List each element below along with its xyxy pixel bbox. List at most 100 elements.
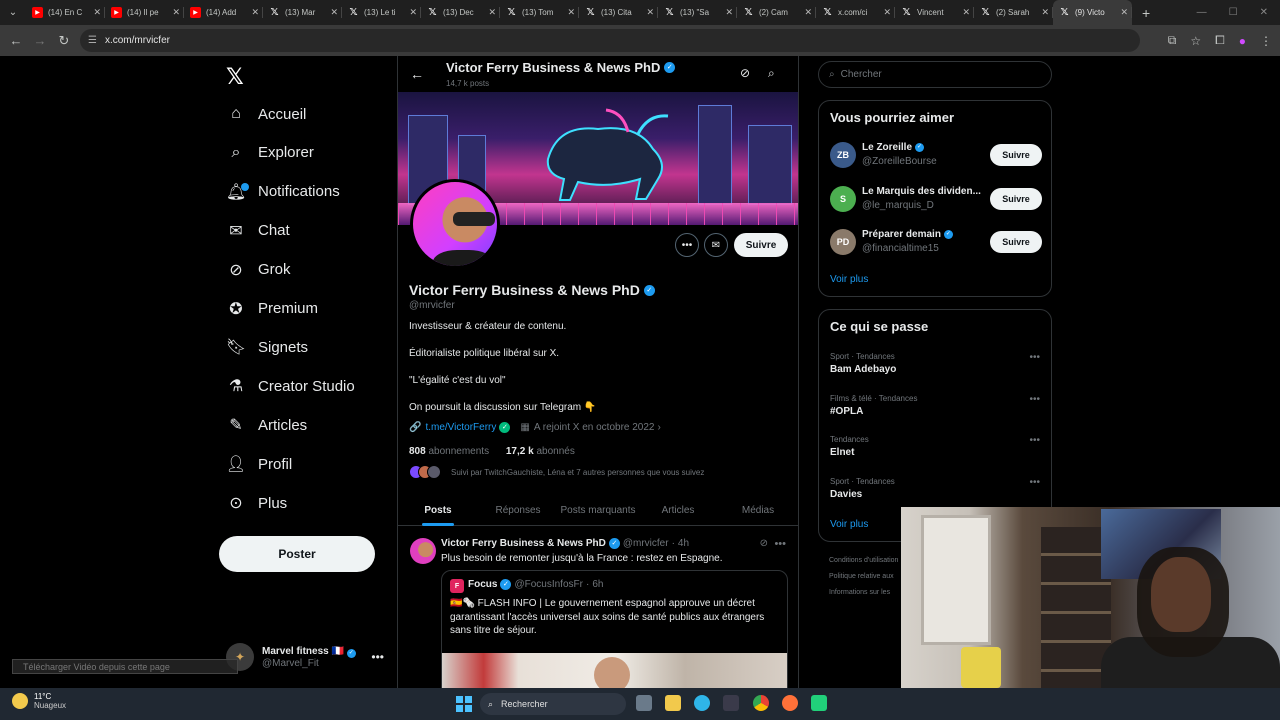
forward-icon[interactable]: →	[28, 33, 52, 48]
weather-widget[interactable]: 11°C Nuageux	[12, 692, 66, 710]
address-bar[interactable]: ☰ x.com/mrvicfer	[80, 29, 1140, 52]
account-more-icon[interactable]: •••	[371, 650, 384, 664]
close-tab-icon[interactable]: ✕	[1041, 7, 1049, 18]
account-switcher[interactable]: ✦ Marvel fitness 🇫🇷 ✓ @Marvel_Fit •••	[226, 642, 396, 672]
browser-tab[interactable]: 𝕏 (9) Victo ✕	[1053, 0, 1132, 25]
browser-tab[interactable]: 𝕏 (13) Le ti ✕	[342, 0, 421, 25]
profile-avatar[interactable]	[410, 179, 500, 269]
browser-tab[interactable]: 𝕏x.com/ci ✕	[816, 0, 895, 25]
tweet[interactable]: Victor Ferry Business & News PhD ✓ @mrvi…	[398, 530, 798, 688]
back-arrow-icon[interactable]: ←	[410, 66, 424, 82]
close-tab-icon[interactable]: ✕	[409, 7, 417, 18]
tab-search-icon[interactable]: ⌄	[0, 7, 26, 18]
profile-link[interactable]: t.me/VictorFerry	[425, 422, 496, 433]
profile-icon[interactable]: ●	[1239, 34, 1246, 48]
suggestion-follow-button[interactable]: Suivre	[990, 187, 1042, 210]
search-icon[interactable]: ⌕	[768, 66, 775, 81]
close-tab-icon[interactable]: ✕	[330, 7, 338, 18]
trends-see-more[interactable]: Voir plus	[830, 519, 868, 530]
file-explorer-icon[interactable]	[665, 695, 681, 711]
trend-more-icon[interactable]: •••	[1029, 394, 1040, 405]
minimize-icon[interactable]: —	[1197, 7, 1207, 18]
tab-posts-marquants[interactable]: Posts marquants	[558, 496, 638, 525]
browser-tab[interactable]: ▶ (14) En C ✕	[26, 0, 105, 25]
browser-tab[interactable]: 𝕏 (13) "Sa ✕	[658, 0, 737, 25]
tweet-more-icon[interactable]: •••	[774, 538, 786, 550]
following-link[interactable]: 808 abonnements	[409, 446, 489, 457]
windows-start-icon[interactable]	[456, 696, 472, 712]
followers-link[interactable]: 17,2 k abonnés	[506, 446, 575, 457]
store-icon[interactable]	[723, 695, 739, 711]
x-logo-icon[interactable]: 𝕏	[226, 64, 244, 90]
close-tab-icon[interactable]: ✕	[488, 7, 496, 18]
tab-articles[interactable]: Articles	[638, 496, 718, 525]
task-view-icon[interactable]	[636, 695, 652, 711]
tab-posts[interactable]: Posts	[398, 496, 478, 526]
post-button[interactable]: Poster	[219, 536, 375, 572]
extensions-icon[interactable]: ⧠	[1215, 33, 1225, 48]
grok-icon[interactable]: ⊘	[740, 66, 750, 80]
nav-item-articles[interactable]: ✎ Articles	[226, 410, 307, 440]
nav-item-chat[interactable]: ✉ Chat	[226, 216, 289, 246]
close-tab-icon[interactable]: ✕	[172, 7, 180, 18]
nav-item-premium[interactable]: ✪ Premium	[226, 294, 318, 324]
suggestion-item[interactable]: ZB Le Zoreille ✓ @ZoreilleBourse Suivre	[830, 140, 1042, 170]
footer-link[interactable]: Politique relative aux	[829, 573, 894, 580]
close-tab-icon[interactable]: ✕	[725, 7, 733, 18]
grok-icon[interactable]: ⊘	[760, 538, 768, 549]
bookmark-star-icon[interactable]: ☆	[1190, 34, 1201, 48]
chrome-icon[interactable]	[753, 695, 769, 711]
trend-more-icon[interactable]: •••	[1029, 435, 1040, 446]
close-tab-icon[interactable]: ✕	[251, 7, 259, 18]
footer-link[interactable]: Conditions d'utilisation	[829, 557, 898, 564]
suggestion-follow-button[interactable]: Suivre	[990, 231, 1042, 253]
followed-by[interactable]: Suivi par TwitchGauchiste, Léna et 7 aut…	[409, 465, 704, 479]
close-window-icon[interactable]: ✕	[1260, 7, 1268, 18]
close-tab-icon[interactable]: ✕	[804, 7, 812, 18]
close-tab-icon[interactable]: ✕	[93, 7, 101, 18]
more-options-icon[interactable]: •••	[675, 233, 699, 257]
suggestion-follow-button[interactable]: Suivre	[990, 144, 1042, 166]
browser-tab[interactable]: 𝕏 (13) Tom ✕	[500, 0, 579, 25]
back-icon[interactable]: ←	[4, 33, 28, 48]
nav-item-explorer[interactable]: ⌕ Explorer	[226, 138, 314, 168]
follow-button[interactable]: Suivre	[734, 233, 788, 257]
new-tab-button[interactable]: +	[1142, 5, 1150, 21]
download-video-overlay[interactable]: Télécharger Vidéo depuis cette page	[12, 659, 238, 674]
taskbar-search[interactable]: ⌕ Rechercher	[480, 693, 626, 715]
browser-tab[interactable]: 𝕏 (2) Sarah ✕	[974, 0, 1053, 25]
message-icon[interactable]: ✉	[704, 233, 728, 257]
suggestion-item[interactable]: PD Préparer demain ✓ @financialtime15 Suivre	[830, 227, 1042, 257]
browser-tab[interactable]: 𝕏 Vincent ✕	[895, 0, 974, 25]
close-tab-icon[interactable]: ✕	[883, 7, 891, 18]
trend-item[interactable]: Films & télé · Tendances #OPLA •••	[830, 394, 1042, 428]
maximize-icon[interactable]: ☐	[1229, 7, 1238, 18]
nav-item-signets[interactable]: 🔖︎ Signets	[226, 332, 308, 362]
search-input[interactable]: ⌕ Chercher	[818, 61, 1052, 88]
quoted-tweet[interactable]: F Focus ✓ @FocusInfosFr · 6h 🇪🇸🗞️ FLASH …	[441, 570, 788, 688]
install-icon[interactable]: ⧉	[1168, 33, 1177, 48]
chrome-menu-icon[interactable]: ⋮	[1260, 34, 1272, 48]
browser-tab[interactable]: 𝕏 (13) Cita ✕	[579, 0, 658, 25]
chevron-right-icon[interactable]: ›	[657, 422, 660, 433]
suggestions-see-more[interactable]: Voir plus	[830, 274, 868, 285]
close-tab-icon[interactable]: ✕	[1120, 7, 1128, 18]
reload-icon[interactable]: ↻	[52, 33, 76, 49]
nav-item-profil[interactable]: 👤︎ Profil	[226, 449, 292, 479]
nav-item-plus[interactable]: ⊙ Plus	[226, 488, 287, 518]
tab-réponses[interactable]: Réponses	[478, 496, 558, 525]
nav-item-creator-studio[interactable]: ⚗ Creator Studio	[226, 371, 355, 401]
firefox-icon[interactable]	[782, 695, 798, 711]
site-info-icon[interactable]: ☰	[88, 35, 97, 46]
browser-tab[interactable]: ▶ (14) Il pe ✕	[105, 0, 184, 25]
footer-link[interactable]: Informations sur les	[829, 589, 890, 596]
tweet-avatar[interactable]	[410, 538, 436, 564]
trend-item[interactable]: Sport · Tendances Bam Adebayo •••	[830, 352, 1042, 386]
tweet-time[interactable]: 4h	[678, 538, 689, 549]
browser-tab[interactable]: ▶ (14) Add ✕	[184, 0, 263, 25]
close-tab-icon[interactable]: ✕	[646, 7, 654, 18]
close-tab-icon[interactable]: ✕	[567, 7, 575, 18]
trend-item[interactable]: Tendances Elnet •••	[830, 435, 1042, 469]
trend-more-icon[interactable]: •••	[1029, 477, 1040, 488]
nav-item-grok[interactable]: ⊘ Grok	[226, 255, 290, 285]
